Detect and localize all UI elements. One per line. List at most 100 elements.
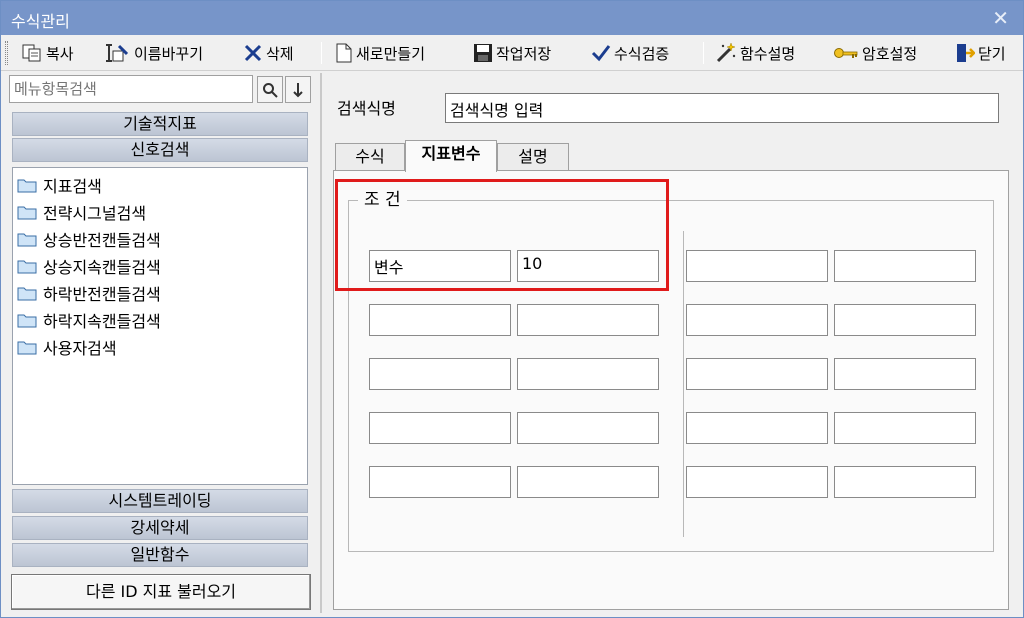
check-icon	[591, 45, 611, 62]
list-item-label: 사용자검색	[43, 339, 117, 358]
toolbar: 복사 이름바꾸기 삭제 새로만들기 작업저장 수식검증 함수설명 암호설정 닫기	[1, 35, 1023, 71]
variable-name-field[interactable]	[686, 466, 828, 498]
variable-value-field[interactable]: 10	[517, 250, 659, 282]
delete-button[interactable]: 삭제	[243, 39, 294, 67]
category-signal-search[interactable]: 신호검색	[12, 138, 308, 162]
editor-panel: 검색식명 검색식명 입력 수식 지표변수 설명 변수 10 조 건	[323, 73, 1017, 613]
list-item[interactable]: 지표검색	[17, 173, 102, 197]
folder-icon	[17, 233, 37, 247]
folder-icon	[17, 206, 37, 220]
left-panel: 기술적지표 신호검색 지표검색 전략시그널검색 상승반전캔들검색 상승지속캔들검…	[9, 75, 313, 613]
delete-icon	[244, 44, 262, 62]
delete-label: 삭제	[266, 44, 294, 63]
variables-tab-pane: 변수 10 조 건	[333, 170, 1009, 610]
category-bull-bear[interactable]: 강세약세	[12, 516, 308, 540]
exit-button[interactable]: 닫기	[955, 39, 1006, 67]
key-icon	[834, 48, 858, 58]
variable-value-field[interactable]	[517, 358, 659, 390]
rename-label: 이름바꾸기	[134, 44, 204, 63]
save-button[interactable]: 작업저장	[473, 39, 551, 67]
arrow-down-icon	[293, 82, 303, 97]
close-icon[interactable]: ✕	[992, 6, 1009, 30]
list-item-label: 하락반전캔들검색	[43, 285, 161, 304]
panel-divider[interactable]	[320, 73, 322, 613]
search-icon	[263, 82, 278, 98]
verify-button[interactable]: 수식검증	[591, 39, 669, 67]
rename-icon	[106, 44, 129, 62]
magic-wand-icon	[716, 42, 736, 63]
list-item-label: 하락지속캔들검색	[43, 312, 161, 331]
list-item[interactable]: 사용자검색	[17, 335, 117, 359]
help-label: 함수설명	[740, 44, 796, 63]
variable-value-field[interactable]	[834, 250, 976, 282]
variable-value-field[interactable]	[834, 412, 976, 444]
category-system-trading[interactable]: 시스템트레이딩	[12, 489, 308, 513]
list-item[interactable]: 하락반전캔들검색	[17, 281, 161, 305]
save-icon	[474, 44, 492, 62]
formula-manager-window: 수식관리 ✕ 복사 이름바꾸기 삭제 새로만들기 작업저장 수식검증 함수설명 …	[0, 0, 1024, 618]
rename-button[interactable]: 이름바꾸기	[105, 39, 203, 67]
variable-name-field[interactable]	[686, 358, 828, 390]
variable-name-field[interactable]	[686, 304, 828, 336]
variable-name-field[interactable]	[369, 304, 511, 336]
variable-value-field[interactable]	[834, 304, 976, 336]
variable-name-field[interactable]	[369, 358, 511, 390]
list-item[interactable]: 전략시그널검색	[17, 200, 146, 224]
variable-name-field[interactable]: 변수	[369, 250, 511, 282]
search-next-button[interactable]	[285, 76, 311, 103]
folder-icon	[17, 287, 37, 301]
new-button[interactable]: 새로만들기	[335, 39, 425, 67]
load-other-id-button[interactable]: 다른 ID 지표 불러오기	[11, 574, 311, 610]
variable-value-field[interactable]	[834, 466, 976, 498]
variable-value-field[interactable]	[834, 358, 976, 390]
condition-group: 변수 10	[348, 200, 994, 552]
variable-name-field[interactable]	[686, 412, 828, 444]
variable-value-field[interactable]	[517, 412, 659, 444]
variable-name-field[interactable]	[686, 250, 828, 282]
variable-name-field[interactable]	[369, 466, 511, 498]
category-technical-indicator[interactable]: 기술적지표	[12, 112, 308, 136]
tab-indicator-variables[interactable]: 지표변수	[405, 140, 497, 172]
category-general-functions[interactable]: 일반함수	[12, 543, 308, 567]
copy-label: 복사	[46, 44, 74, 63]
copy-button[interactable]: 복사	[21, 39, 74, 67]
variable-name-field[interactable]	[369, 412, 511, 444]
folder-icon	[17, 341, 37, 355]
signal-search-list: 지표검색 전략시그널검색 상승반전캔들검색 상승지속캔들검색 하락반전캔들검색 …	[12, 167, 308, 485]
list-item-label: 상승반전캔들검색	[43, 231, 161, 250]
tab-formula[interactable]: 수식	[335, 143, 405, 171]
titlebar: 수식관리 ✕	[1, 1, 1023, 35]
tab-description[interactable]: 설명	[497, 143, 569, 171]
list-item[interactable]: 하락지속캔들검색	[17, 308, 161, 332]
exit-door-icon	[957, 44, 975, 62]
new-label: 새로만들기	[356, 44, 426, 63]
variable-value-field[interactable]	[517, 466, 659, 498]
password-label: 암호설정	[862, 44, 918, 63]
folder-icon	[17, 314, 37, 328]
menu-search-input[interactable]	[9, 75, 253, 103]
formula-name-label: 검색식명	[337, 99, 396, 118]
formula-name-input[interactable]: 검색식명 입력	[445, 93, 999, 123]
list-item-label: 전략시그널검색	[43, 204, 147, 223]
save-label: 작업저장	[496, 44, 552, 63]
window-title: 수식관리	[11, 12, 70, 31]
toolbar-grip	[5, 41, 8, 65]
password-button[interactable]: 암호설정	[833, 39, 917, 67]
list-item[interactable]: 상승지속캔들검색	[17, 254, 161, 278]
folder-icon	[17, 179, 37, 193]
toolbar-separator	[703, 42, 704, 64]
list-item[interactable]: 상승반전캔들검색	[17, 227, 161, 251]
folder-icon	[17, 260, 37, 274]
toolbar-separator	[321, 42, 322, 64]
condition-group-title: 조 건	[358, 185, 407, 210]
exit-label: 닫기	[978, 44, 1006, 63]
copy-icon	[22, 44, 41, 62]
new-file-icon	[336, 43, 352, 63]
help-button[interactable]: 함수설명	[715, 39, 795, 67]
verify-label: 수식검증	[614, 44, 670, 63]
column-divider	[683, 231, 684, 537]
list-item-label: 상승지속캔들검색	[43, 258, 161, 277]
variable-value-field[interactable]	[517, 304, 659, 336]
search-button[interactable]	[257, 76, 283, 103]
list-item-label: 지표검색	[43, 177, 102, 196]
